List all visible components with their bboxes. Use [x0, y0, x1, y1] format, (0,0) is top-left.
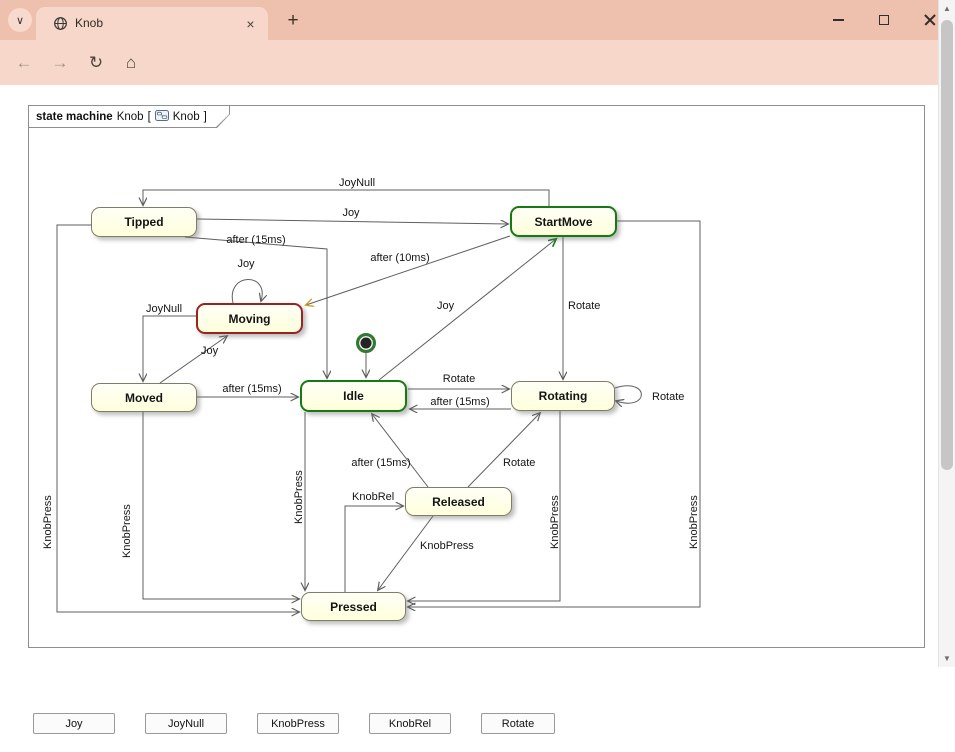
transition-label: Rotate: [568, 300, 600, 312]
close-icon: [923, 13, 937, 27]
state-label: Rotating: [539, 389, 588, 403]
event-button-joynull[interactable]: JoyNull: [145, 713, 227, 734]
frame-bracket-close: ]: [204, 111, 207, 123]
state-rotating: Rotating: [511, 381, 615, 411]
frame-bracket-open: [: [148, 111, 151, 123]
maximize-icon: [879, 15, 889, 25]
state-moved: Moved: [91, 383, 197, 412]
scroll-up-icon: ▲: [943, 4, 951, 13]
frame-keyword: state machine: [36, 111, 113, 123]
transition-label: Joy: [342, 207, 360, 219]
transition-label: Rotate: [443, 373, 475, 385]
frame-ref: Knob: [173, 111, 200, 123]
state-idle: Idle: [300, 380, 407, 412]
tab-close-icon[interactable]: ×: [242, 15, 259, 32]
state-label: Tipped: [124, 215, 163, 229]
chevron-down-icon: ∨: [16, 14, 24, 27]
transition-label: after (15ms): [351, 457, 410, 469]
forward-icon: →: [52, 53, 69, 73]
scrollbar-thumb[interactable]: [941, 20, 953, 470]
transition-label: Rotate: [652, 391, 684, 403]
transition-label: KnobPress: [688, 495, 700, 549]
new-tab-button[interactable]: +: [281, 9, 305, 33]
window-maximize-button[interactable]: [861, 0, 907, 40]
transition-label: KnobPress: [549, 495, 561, 549]
home-button[interactable]: ⌂: [117, 49, 145, 77]
transition-label: Joy: [201, 345, 219, 357]
transition-label: JoyNull: [339, 177, 375, 189]
state-label: Released: [432, 495, 485, 509]
transition-label: Joy: [237, 258, 255, 270]
event-button-knobpress[interactable]: KnobPress: [257, 713, 339, 734]
home-icon: ⌂: [126, 53, 136, 73]
frame-name: Knob: [117, 111, 144, 123]
transition-label: after (15ms): [226, 234, 285, 246]
state-released: Released: [405, 487, 512, 516]
transition-label: Rotate: [503, 457, 535, 469]
window-minimize-button[interactable]: [815, 0, 861, 40]
tab-title: Knob: [75, 16, 103, 30]
vertical-scrollbar[interactable]: ▲ ▼: [938, 0, 955, 667]
state-label: Moving: [229, 312, 271, 326]
event-button-joy[interactable]: Joy: [33, 713, 115, 734]
state-tipped: Tipped: [91, 207, 197, 237]
state-pressed: Pressed: [301, 592, 406, 621]
browser-window: ∨ Knob × + ← → ↻ ⌂ ☆ ⋮: [0, 0, 955, 752]
state-label: Pressed: [330, 600, 377, 614]
reload-button[interactable]: ↻: [82, 49, 110, 77]
scroll-down-icon: ▼: [943, 654, 951, 663]
tab-strip: ∨ Knob × +: [0, 0, 955, 40]
forward-button[interactable]: →: [46, 49, 74, 77]
transition-label: KnobPress: [293, 470, 305, 524]
transitions-layer: JoyNull Joy after (15ms) after (10ms) Jo…: [0, 85, 938, 752]
back-button[interactable]: ←: [10, 49, 38, 77]
state-label: StartMove: [534, 215, 592, 229]
transition-label: KnobPress: [420, 540, 474, 552]
transition-label: Joy: [437, 300, 455, 312]
page-content: JoyNull Joy after (15ms) after (10ms) Jo…: [0, 85, 938, 752]
minimize-icon: [833, 19, 844, 21]
initial-state-node: [356, 333, 376, 353]
browser-tab[interactable]: Knob ×: [36, 7, 268, 40]
transition-label: KnobPress: [121, 504, 133, 558]
reload-icon: ↻: [89, 53, 103, 73]
state-moving: Moving: [196, 303, 303, 334]
scroll-up-button[interactable]: ▲: [939, 0, 955, 17]
transition-label: KnobRel: [352, 491, 394, 503]
statemachine-icon: [155, 110, 169, 124]
event-button-rotate[interactable]: Rotate: [481, 713, 555, 734]
scroll-down-button[interactable]: ▼: [939, 650, 955, 667]
state-label: Idle: [343, 389, 364, 403]
state-startmove: StartMove: [510, 206, 617, 237]
favicon-globe-icon: [53, 16, 68, 36]
transition-label: after (15ms): [430, 396, 489, 408]
transition-label: after (15ms): [222, 383, 281, 395]
transition-label: JoyNull: [146, 303, 182, 315]
diagram-frame-label: state machine Knob [ Knob ]: [28, 105, 230, 128]
browser-toolbar: ← → ↻ ⌂ ☆ ⋮: [0, 40, 955, 85]
transition-label: after (10ms): [370, 252, 429, 264]
transition-label: KnobPress: [42, 495, 54, 549]
event-button-knobrel[interactable]: KnobRel: [369, 713, 451, 734]
back-icon: ←: [16, 53, 33, 73]
tab-search-button[interactable]: ∨: [8, 8, 32, 32]
state-label: Moved: [125, 391, 163, 405]
